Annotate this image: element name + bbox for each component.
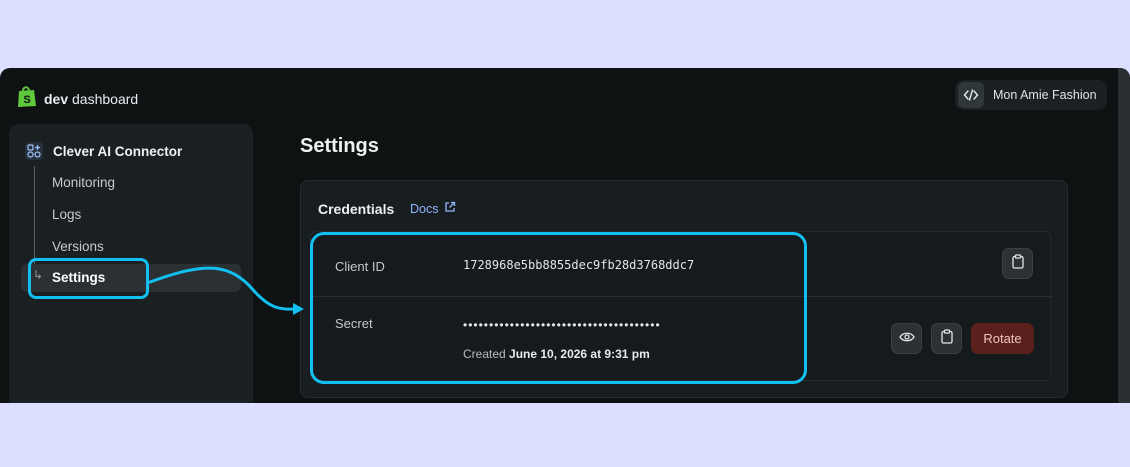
bottom-background <box>0 403 1130 467</box>
callout-arrow <box>148 266 304 315</box>
